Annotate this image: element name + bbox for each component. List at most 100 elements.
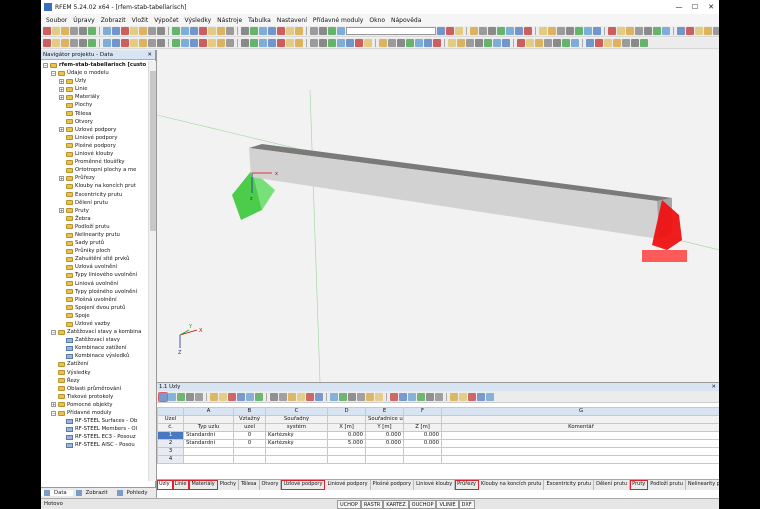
toolbar-tool-icon[interactable] xyxy=(484,39,492,47)
table-tab[interactable]: Uzly xyxy=(157,480,173,490)
table-cell[interactable] xyxy=(327,447,366,456)
table-cell[interactable]: 0.000 xyxy=(365,439,404,448)
toolbar-tool-icon[interactable] xyxy=(635,27,643,35)
toolbar-tool-icon[interactable] xyxy=(199,39,207,47)
toolbar-tool-icon[interactable] xyxy=(502,39,510,47)
table-tool-icon[interactable] xyxy=(399,392,407,401)
toolbar-tool-icon[interactable] xyxy=(226,27,234,35)
toolbar-tool-icon[interactable] xyxy=(595,39,603,47)
table-cell[interactable] xyxy=(233,447,266,456)
toolbar-tool-icon[interactable] xyxy=(295,39,303,47)
navigator-tab[interactable]: Zobrazit xyxy=(73,490,114,496)
toolbar-tool-icon[interactable] xyxy=(181,39,189,47)
toolbar-tool-icon[interactable] xyxy=(157,39,165,47)
tree-item[interactable]: RF-STEEL Surfaces - Ob xyxy=(41,417,148,425)
menu-1[interactable]: Úpravy xyxy=(70,17,97,24)
table-tool-icon[interactable] xyxy=(168,392,176,401)
toolbar-tool-icon[interactable] xyxy=(475,39,483,47)
toolbar-tool-icon[interactable] xyxy=(121,39,129,47)
table-cell[interactable] xyxy=(441,439,719,448)
table-cell[interactable]: 0 xyxy=(233,439,266,448)
tree-item[interactable]: Klouby na koncích prut xyxy=(41,182,148,190)
toolbar-tool-icon[interactable] xyxy=(121,27,129,35)
menu-5[interactable]: Výsledky xyxy=(182,17,215,24)
toolbar-tool-icon[interactable] xyxy=(535,39,543,47)
toolbar-tool-icon[interactable] xyxy=(208,39,216,47)
tree-item[interactable]: Podloží prutu xyxy=(41,223,148,231)
toolbar-tool-icon[interactable] xyxy=(539,27,547,35)
table-tool-icon[interactable] xyxy=(390,392,398,401)
table-cell[interactable]: Kartézský xyxy=(265,439,328,448)
tree-item[interactable]: − Přídavné moduly xyxy=(41,409,148,417)
table-tab[interactable]: Pruty xyxy=(630,480,649,490)
3d-viewport[interactable]: x z X Y Z xyxy=(156,50,719,382)
table-row[interactable]: 3 xyxy=(157,447,719,456)
table-row[interactable]: 2 Standardní 0 Kartézský 5.000 0.000 0.000 xyxy=(157,439,719,448)
toolbar-tool-icon[interactable] xyxy=(406,39,414,47)
table-tool-icon[interactable] xyxy=(339,392,347,401)
toolbar-tool-icon[interactable] xyxy=(286,39,294,47)
toolbar-tool-icon[interactable] xyxy=(259,39,267,47)
toolbar-tool-icon[interactable] xyxy=(148,27,156,35)
toolbar-tool-icon[interactable] xyxy=(622,39,630,47)
expand-icon[interactable]: − xyxy=(43,62,48,68)
navigator-close-icon[interactable]: ✕ xyxy=(147,50,155,59)
toolbar-tool-icon[interactable] xyxy=(479,27,487,35)
tree-item[interactable]: RF-STEEL AISC - Posou xyxy=(41,441,148,449)
table-tool-icon[interactable] xyxy=(306,392,314,401)
toolbar-tool-icon[interactable] xyxy=(328,39,336,47)
table-tool-icon[interactable] xyxy=(357,392,365,401)
toolbar-tool-icon[interactable] xyxy=(640,39,648,47)
navigator-tab[interactable]: Data xyxy=(41,490,73,496)
toolbar-tool-icon[interactable] xyxy=(61,27,69,35)
table-tab[interactable]: Linie xyxy=(172,480,190,490)
table-cell[interactable] xyxy=(233,455,266,464)
table-tool-icon[interactable] xyxy=(246,392,254,401)
table-tool-icon[interactable] xyxy=(219,392,227,401)
table-tool-icon[interactable] xyxy=(330,392,338,401)
tree-item[interactable]: Ortotropní plochy a me xyxy=(41,166,148,174)
expand-icon[interactable]: − xyxy=(51,70,56,76)
toolbar-tool-icon[interactable] xyxy=(446,27,454,35)
tree-item[interactable]: + Pomocné objekty xyxy=(41,401,148,409)
table-tool-icon[interactable] xyxy=(315,392,323,401)
tree-item[interactable]: Liniové klouby xyxy=(41,150,148,158)
table-tool-icon[interactable] xyxy=(186,392,194,401)
table-cell[interactable] xyxy=(403,447,442,456)
tree-item[interactable]: Výsledky xyxy=(41,369,148,377)
row-number[interactable]: 4 xyxy=(157,455,184,464)
table-tab[interactable]: Excentricity prutu xyxy=(544,480,595,490)
expand-icon[interactable]: + xyxy=(59,208,64,214)
table-cell[interactable]: 0.000 xyxy=(403,431,442,440)
toolbar-tool-icon[interactable] xyxy=(112,27,120,35)
table-cell[interactable]: 0 xyxy=(233,431,266,440)
toolbar-tool-icon[interactable] xyxy=(613,39,621,47)
toolbar-tool-icon[interactable] xyxy=(61,39,69,47)
table-cell[interactable] xyxy=(441,447,719,456)
table-cell[interactable] xyxy=(183,455,234,464)
toolbar-tool-icon[interactable] xyxy=(337,27,345,35)
table-tool-icon[interactable] xyxy=(195,392,203,401)
toolbar-tool-icon[interactable] xyxy=(544,39,552,47)
toolbar-tool-icon[interactable] xyxy=(268,39,276,47)
table-tool-icon[interactable] xyxy=(297,392,305,401)
menu-4[interactable]: Výpočet xyxy=(151,17,181,24)
status-toggle[interactable]: VLINIE xyxy=(436,500,459,509)
toolbar-tool-icon[interactable] xyxy=(217,39,225,47)
table-tool-icon[interactable] xyxy=(477,392,485,401)
table-cell[interactable] xyxy=(441,455,719,464)
toolbar-tool-icon[interactable] xyxy=(241,39,249,47)
tree-item[interactable]: Spojení dvou prutů xyxy=(41,304,148,312)
menu-10[interactable]: Okno xyxy=(366,17,388,24)
toolbar-tool-icon[interactable] xyxy=(662,27,670,35)
toolbar-tool-icon[interactable] xyxy=(604,39,612,47)
table-tool-icon[interactable] xyxy=(459,392,467,401)
table-tool-icon[interactable] xyxy=(366,392,374,401)
table-tool-icon[interactable] xyxy=(348,392,356,401)
table-tab[interactable]: Průřezy xyxy=(455,480,479,490)
tree-item[interactable]: Uzlová uvolnění xyxy=(41,263,148,271)
tree-item[interactable]: Kombinace zatížení xyxy=(41,344,148,352)
table-tool-icon[interactable] xyxy=(450,392,458,401)
toolbar-tool-icon[interactable] xyxy=(713,27,719,35)
toolbar-tool-icon[interactable] xyxy=(79,27,87,35)
